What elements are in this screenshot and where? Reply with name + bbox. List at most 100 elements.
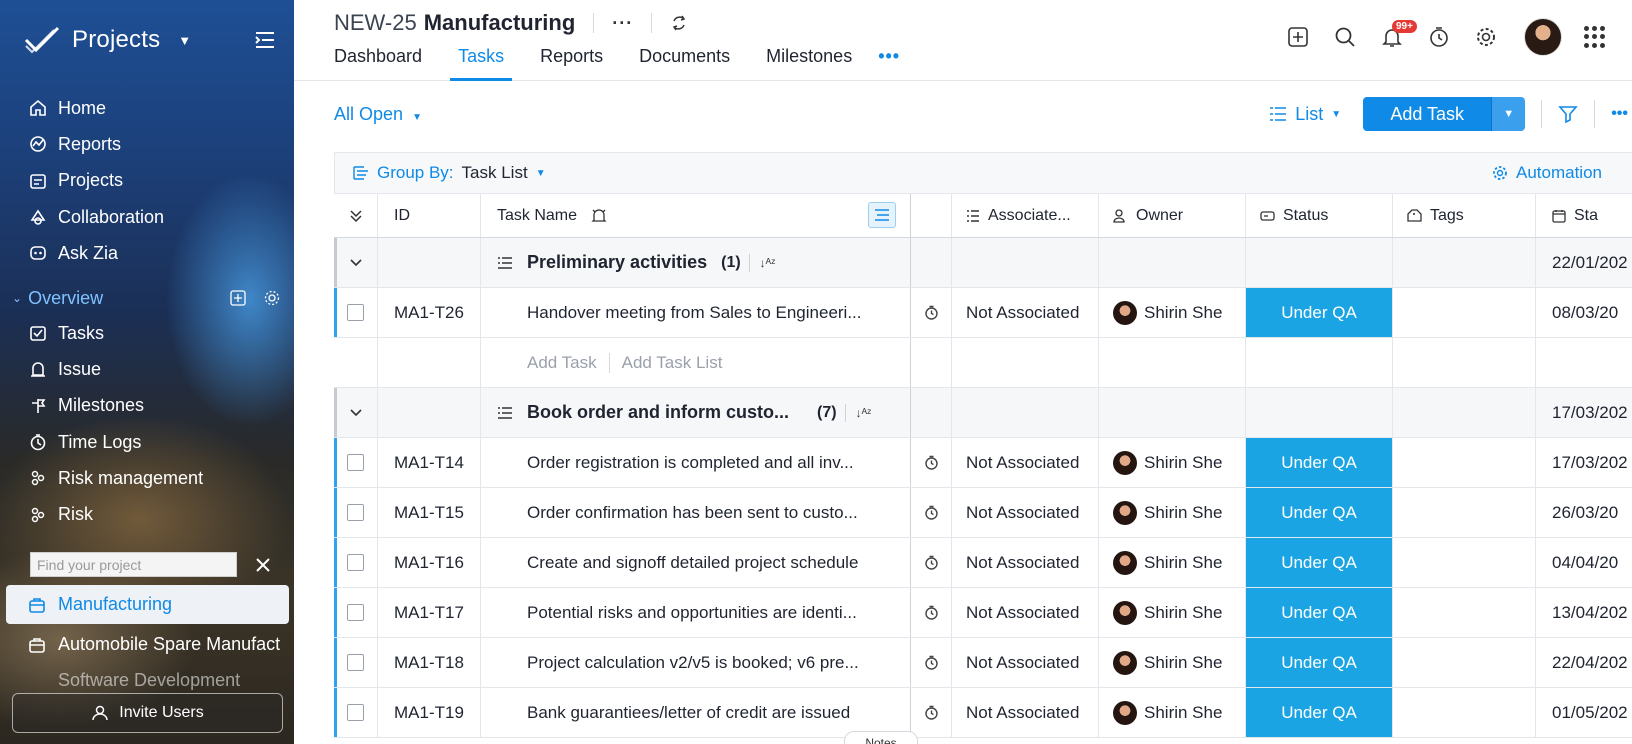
owner-cell[interactable]: Shirin She bbox=[1099, 488, 1246, 537]
sidebar-item-risk-management[interactable]: Risk management bbox=[28, 460, 203, 496]
start-date[interactable]: 22/04/202 bbox=[1536, 638, 1632, 687]
table-row[interactable]: MA1-T15 Order confirmation has been sent … bbox=[334, 488, 1632, 538]
status-cell[interactable]: Under QA bbox=[1246, 438, 1393, 487]
status-badge[interactable]: Under QA bbox=[1246, 288, 1392, 337]
table-row[interactable]: MA1-T18 Project calculation v2/v5 is book… bbox=[334, 638, 1632, 688]
notification-bell-icon[interactable]: 99+ bbox=[1380, 20, 1417, 49]
project-search-input[interactable] bbox=[37, 556, 236, 573]
owner-cell[interactable]: Shirin She bbox=[1099, 588, 1246, 637]
toolbar-more-button[interactable]: ••• bbox=[1611, 105, 1628, 123]
start-date[interactable]: 17/03/202 bbox=[1536, 438, 1632, 487]
sidebar-project-automobile[interactable]: Automobile Spare Manufact bbox=[6, 625, 289, 664]
tab-tasks[interactable]: Tasks bbox=[450, 46, 513, 81]
table-row[interactable]: MA1-T19 Bank guarantiees/letter of credit… bbox=[334, 688, 1632, 738]
owner-cell[interactable]: Shirin She bbox=[1099, 538, 1246, 587]
collapse-all-icon[interactable] bbox=[334, 194, 378, 237]
tab-dashboard[interactable]: Dashboard bbox=[334, 46, 440, 81]
task-name[interactable]: Create and signoff detailed project sche… bbox=[481, 538, 911, 587]
row-checkbox[interactable] bbox=[334, 488, 378, 537]
column-header-owner[interactable]: Owner bbox=[1099, 194, 1246, 237]
tags-cell[interactable] bbox=[1393, 288, 1536, 337]
app-switcher-caret-icon[interactable]: ▼ bbox=[178, 33, 191, 48]
tags-cell[interactable] bbox=[1393, 438, 1536, 487]
sidebar-project-manufacturing[interactable]: Manufacturing bbox=[6, 585, 289, 624]
switch-project-icon[interactable] bbox=[670, 14, 688, 32]
chevron-down-icon[interactable]: ⌄ bbox=[12, 291, 22, 305]
timer-icon[interactable] bbox=[911, 538, 952, 587]
filter-funnel-icon[interactable] bbox=[1558, 104, 1578, 124]
status-badge[interactable]: Under QA bbox=[1246, 588, 1392, 637]
timer-icon[interactable] bbox=[911, 638, 952, 687]
tags-cell[interactable] bbox=[1393, 488, 1536, 537]
group-by-dropdown[interactable]: Group By: Task List ▼ bbox=[353, 163, 546, 183]
sort-az-icon[interactable]: ↓ᴬᶻ bbox=[844, 403, 871, 422]
status-cell[interactable]: Under QA bbox=[1246, 638, 1393, 687]
project-more-button[interactable]: ··· bbox=[612, 13, 633, 34]
automation-button[interactable]: Automation bbox=[1492, 163, 1602, 183]
tab-milestones[interactable]: Milestones bbox=[748, 46, 870, 81]
user-avatar[interactable] bbox=[1524, 18, 1562, 56]
inline-add-task-list-link[interactable]: Add Task List bbox=[622, 353, 723, 373]
task-name[interactable]: Handover meeting from Sales to Engineeri… bbox=[481, 288, 911, 337]
associated-value[interactable]: Not Associated bbox=[952, 638, 1099, 687]
status-badge[interactable]: Under QA bbox=[1246, 688, 1392, 737]
status-cell[interactable]: Under QA bbox=[1246, 588, 1393, 637]
timer-icon[interactable] bbox=[911, 438, 952, 487]
timer-icon[interactable] bbox=[911, 588, 952, 637]
status-cell[interactable]: Under QA bbox=[1246, 538, 1393, 587]
status-badge[interactable]: Under QA bbox=[1246, 488, 1392, 537]
row-checkbox[interactable] bbox=[334, 538, 378, 587]
task-name[interactable]: Order confirmation has been sent to cust… bbox=[481, 488, 911, 537]
row-checkbox[interactable] bbox=[334, 288, 378, 337]
row-checkbox[interactable] bbox=[334, 588, 378, 637]
sidebar-item-milestones[interactable]: Milestones bbox=[28, 388, 203, 424]
start-date[interactable]: 01/05/202 bbox=[1536, 688, 1632, 737]
column-settings-icon[interactable] bbox=[868, 202, 896, 228]
timer-icon[interactable] bbox=[911, 488, 952, 537]
tags-cell[interactable] bbox=[1393, 588, 1536, 637]
sidebar-overview-section[interactable]: ⌄ Overview bbox=[12, 285, 284, 311]
app-logo[interactable]: Projects ▼ bbox=[24, 24, 191, 56]
table-row[interactable]: MA1-T17 Potential risks and opportunities… bbox=[334, 588, 1632, 638]
owner-cell[interactable]: Shirin She bbox=[1099, 288, 1246, 337]
start-date[interactable]: 04/04/20 bbox=[1536, 538, 1632, 587]
status-badge[interactable]: Under QA bbox=[1246, 638, 1392, 687]
tab-documents[interactable]: Documents bbox=[621, 46, 748, 81]
column-header-tags[interactable]: Tags bbox=[1393, 194, 1536, 237]
start-date[interactable]: 13/04/202 bbox=[1536, 588, 1632, 637]
task-name[interactable]: Order registration is completed and all … bbox=[481, 438, 911, 487]
associated-value[interactable]: Not Associated bbox=[952, 688, 1099, 737]
add-task-dropdown-icon[interactable]: ▼ bbox=[1491, 97, 1526, 131]
column-header-status[interactable]: Status bbox=[1246, 194, 1393, 237]
associated-value[interactable]: Not Associated bbox=[952, 288, 1099, 337]
inline-add-task-link[interactable]: Add Task bbox=[527, 353, 597, 373]
start-date[interactable]: 26/03/20 bbox=[1536, 488, 1632, 537]
group-title[interactable]: Preliminary activities (1) ↓ᴬᶻ bbox=[481, 238, 911, 287]
associated-value[interactable]: Not Associated bbox=[952, 438, 1099, 487]
status-badge[interactable]: Under QA bbox=[1246, 438, 1392, 487]
project-search-field[interactable] bbox=[30, 552, 237, 577]
column-header-associated[interactable]: Associate... bbox=[952, 194, 1099, 237]
sidebar-item-risk[interactable]: Risk bbox=[28, 496, 203, 532]
task-name[interactable]: Potential risks and opportunities are id… bbox=[481, 588, 911, 637]
group-collapse-icon[interactable] bbox=[334, 238, 378, 287]
settings-gear-icon[interactable] bbox=[1474, 25, 1498, 49]
tags-cell[interactable] bbox=[1393, 638, 1536, 687]
add-task-button[interactable]: Add Task bbox=[1363, 97, 1492, 131]
owner-cell[interactable]: Shirin She bbox=[1099, 638, 1246, 687]
owner-cell[interactable]: Shirin She bbox=[1099, 438, 1246, 487]
sidebar-item-projects[interactable]: Projects bbox=[28, 163, 164, 199]
apps-grid-icon[interactable] bbox=[1584, 26, 1606, 48]
sidebar-item-collaboration[interactable]: Collaboration bbox=[28, 199, 164, 235]
quick-add-icon[interactable] bbox=[1286, 25, 1310, 49]
tab-reports[interactable]: Reports bbox=[522, 46, 621, 81]
status-cell[interactable]: Under QA bbox=[1246, 688, 1393, 737]
row-checkbox[interactable] bbox=[334, 438, 378, 487]
sidebar-item-home[interactable]: Home bbox=[28, 90, 164, 126]
sidebar-item-time-logs[interactable]: Time Logs bbox=[28, 424, 203, 460]
sidebar-collapse-icon[interactable] bbox=[254, 30, 276, 50]
timer-icon[interactable] bbox=[911, 688, 952, 737]
tags-cell[interactable] bbox=[1393, 688, 1536, 737]
associated-value[interactable]: Not Associated bbox=[952, 488, 1099, 537]
sidebar-item-ask-zia[interactable]: Ask Zia bbox=[28, 235, 164, 271]
